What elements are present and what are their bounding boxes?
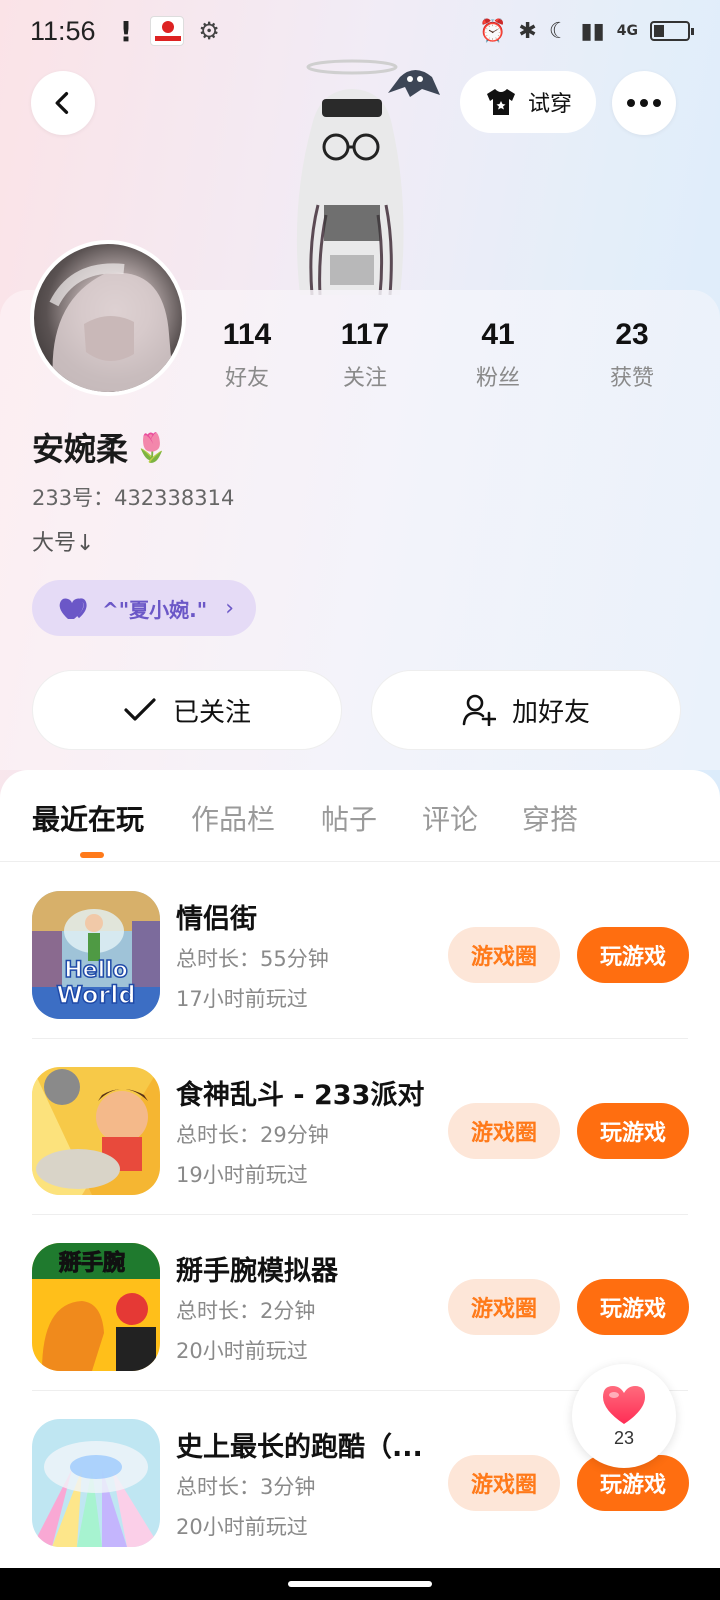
cp-partner-tag[interactable]: ^"夏小婉." ›	[32, 580, 256, 636]
stat-value: 41	[481, 318, 515, 351]
svg-text:World: World	[56, 981, 135, 1009]
network-type: 4G	[616, 23, 638, 39]
profile-tabs: 最近在玩 作品栏 帖子 评论 穿搭	[0, 770, 720, 862]
back-arrow-icon	[55, 92, 69, 114]
stat-label: 获赞	[609, 366, 654, 391]
stat-value: 114	[222, 318, 272, 351]
stat-label: 关注	[342, 366, 387, 391]
stat-label: 粉丝	[475, 366, 520, 391]
game-last-played: 17小时前玩过	[176, 987, 308, 1011]
tshirt-icon	[486, 89, 515, 115]
stat-friends[interactable]: 114 好友	[187, 318, 307, 392]
tab-works[interactable]: 作品栏	[191, 798, 275, 838]
game-duration: 总时长：29分钟	[176, 1123, 329, 1147]
game-row[interactable]: 食神乱斗 - 233派对 总时长：29分钟 19小时前玩过 游戏圈 玩游戏	[0, 1039, 720, 1215]
add-friend-button[interactable]: 加好友	[371, 670, 681, 750]
game-thumbnail: 掰手腕	[32, 1243, 160, 1371]
stat-value: 23	[615, 318, 649, 351]
followed-label: 已关注	[172, 697, 251, 728]
game-last-played: 20小时前玩过	[176, 1515, 308, 1539]
back-button[interactable]	[31, 71, 95, 135]
followed-button[interactable]: 已关注	[32, 670, 342, 750]
play-game-button[interactable]: 玩游戏	[577, 1279, 689, 1335]
avatar-3d-character[interactable]	[260, 55, 460, 295]
svg-text:掰手腕: 掰手腕	[59, 1250, 125, 1276]
username: 安婉柔 🌷	[32, 424, 169, 470]
chevron-right-icon: ›	[225, 595, 235, 621]
more-dots-icon	[627, 99, 661, 107]
game-icon[interactable]: 掰手腕	[32, 1243, 160, 1371]
game-title: 食神乱斗 - 233派对	[176, 1080, 425, 1111]
stat-label: 好友	[224, 366, 269, 391]
alert-icon: !	[119, 14, 133, 48]
game-duration: 总时长：55分钟	[176, 947, 329, 971]
tab-comments[interactable]: 评论	[422, 798, 478, 838]
play-game-button[interactable]: 玩游戏	[577, 1103, 689, 1159]
game-thumbnail: Hello World	[32, 891, 160, 1019]
try-on-label: 试穿	[527, 92, 572, 117]
game-row[interactable]: Hello World 情侣街 总时长：55分钟 17小时前玩过 游戏圈 玩游戏	[0, 863, 720, 1039]
game-duration: 总时长：3分钟	[176, 1475, 316, 1499]
cp-partner-name: ^"夏小婉."	[102, 597, 208, 622]
game-last-played: 20小时前玩过	[176, 1339, 308, 1363]
try-on-button[interactable]: 试穿	[460, 71, 596, 133]
home-indicator[interactable]	[288, 1581, 432, 1587]
check-icon	[124, 698, 156, 721]
game-title: 情侣街	[176, 904, 257, 935]
tab-recently-played[interactable]: 最近在玩	[32, 798, 144, 838]
play-game-button[interactable]: 玩游戏	[577, 927, 689, 983]
game-icon[interactable]	[32, 1067, 160, 1195]
stat-fans[interactable]: 41 粉丝	[438, 318, 558, 392]
carrier-app-icon	[150, 16, 185, 46]
tulip-emoji: 🌷	[134, 430, 169, 464]
game-title: 掰手腕模拟器	[176, 1256, 338, 1287]
user-id: 233号：432338314	[32, 486, 235, 510]
profile-avatar[interactable]	[30, 240, 186, 396]
stat-value: 117	[340, 318, 390, 351]
avatar-photo	[49, 263, 174, 392]
double-heart-icon	[59, 598, 87, 619]
game-icon[interactable]	[32, 1419, 160, 1547]
like-count: 23	[613, 1427, 635, 1448]
settings-gear-icon: ⚙	[198, 17, 220, 45]
game-icon[interactable]: Hello World	[32, 891, 160, 1019]
tab-indicator	[80, 852, 104, 858]
username-text: 安婉柔	[32, 430, 129, 468]
alarm-icon: ⏰	[478, 18, 507, 44]
game-duration: 总时长：2分钟	[176, 1299, 316, 1323]
game-last-played: 19小时前玩过	[176, 1163, 308, 1187]
tab-posts[interactable]: 帖子	[321, 798, 377, 838]
stat-following[interactable]: 117 关注	[305, 318, 425, 392]
more-button[interactable]	[612, 71, 676, 135]
status-time: 11:56	[30, 15, 96, 46]
game-circle-button[interactable]: 游戏圈	[448, 1279, 560, 1335]
signal-icon: ▮▮	[580, 18, 605, 44]
game-thumbnail	[32, 1419, 160, 1547]
moon-icon: ☾	[548, 18, 569, 44]
tab-outfits[interactable]: 穿搭	[522, 798, 578, 838]
game-circle-button[interactable]: 游戏圈	[448, 927, 560, 983]
heart-icon	[603, 1385, 645, 1424]
game-title: 史上最长的跑酷（...	[176, 1432, 423, 1463]
status-bar: 11:56 ! ⚙ ⏰ ✱ ☾ ▮▮ 4G	[0, 0, 720, 62]
add-friend-label: 加好友	[511, 697, 590, 728]
user-bio: 大号↓	[32, 531, 95, 556]
stat-likes[interactable]: 23 获赞	[572, 318, 692, 392]
svg-text:Hello: Hello	[64, 958, 128, 983]
system-navigation-bar	[0, 1568, 720, 1600]
add-user-icon	[462, 694, 496, 726]
like-floating-button[interactable]: 23	[572, 1364, 676, 1468]
game-thumbnail	[32, 1067, 160, 1195]
battery-icon	[650, 21, 694, 41]
game-circle-button[interactable]: 游戏圈	[448, 1455, 560, 1511]
bluetooth-icon: ✱	[518, 18, 537, 44]
status-right-icons: ⏰ ✱ ☾ ▮▮ 4G	[478, 18, 694, 44]
game-circle-button[interactable]: 游戏圈	[448, 1103, 560, 1159]
